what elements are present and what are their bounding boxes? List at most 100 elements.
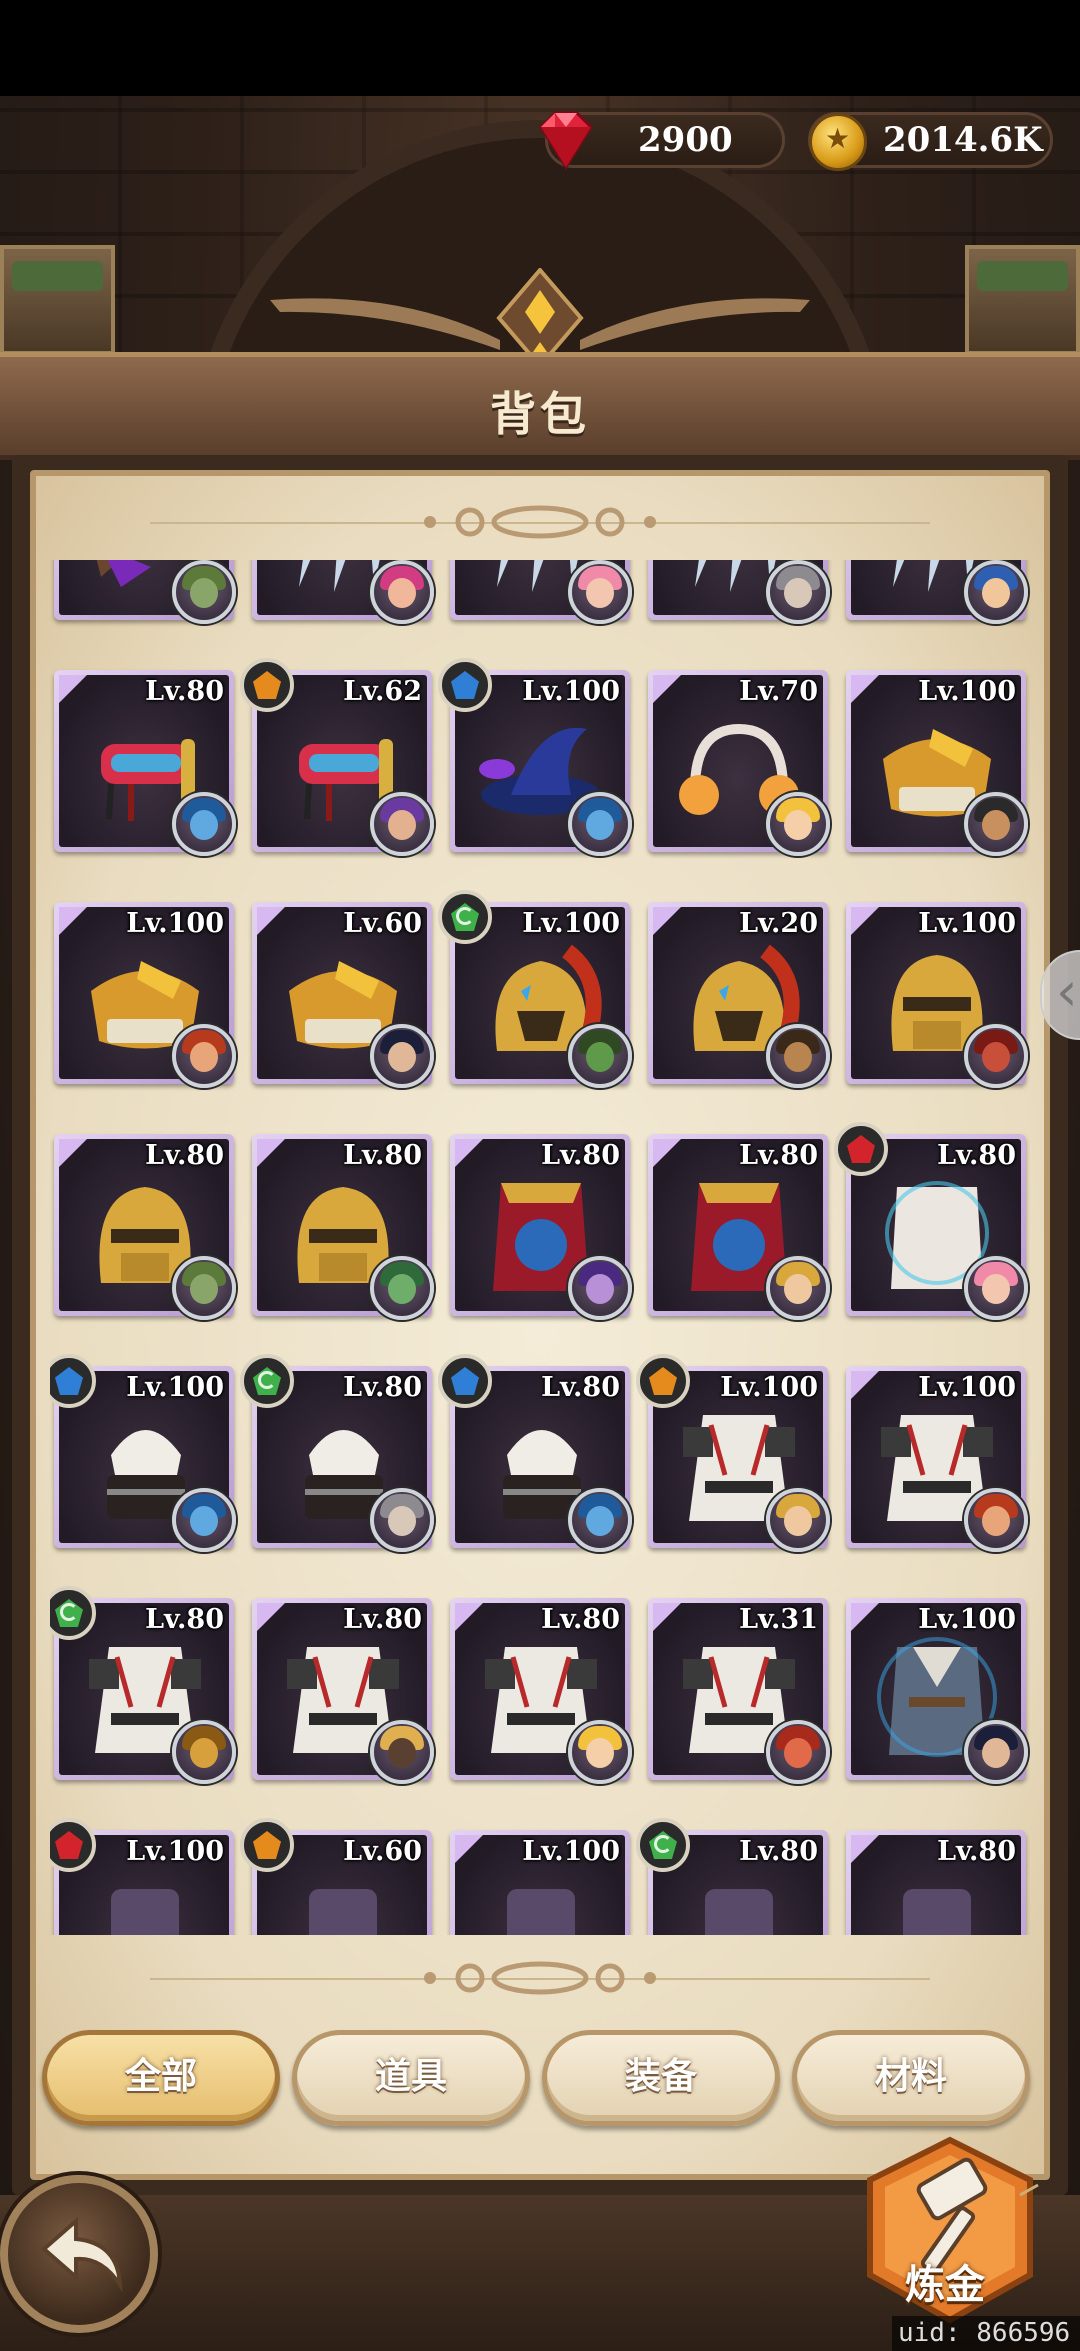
hero-face xyxy=(586,1506,614,1536)
inventory-item[interactable]: Lv.100 xyxy=(846,1366,1028,1552)
hero-face xyxy=(190,1738,218,1768)
inventory-item[interactable] xyxy=(846,560,1028,624)
flourish-ornament xyxy=(424,505,656,539)
inventory-item[interactable]: Lv.62 xyxy=(240,658,434,856)
hero-avatar xyxy=(568,792,632,856)
rune-badge-icon xyxy=(636,1818,690,1872)
hero-face xyxy=(190,1042,218,1072)
hero-avatar xyxy=(172,792,236,856)
hero-face xyxy=(982,1506,1010,1536)
tab-equipment[interactable]: 装备 xyxy=(542,2030,780,2126)
inventory-item[interactable]: Lv.80 xyxy=(50,1586,236,1784)
rarity-corner xyxy=(653,1603,681,1631)
rune-swirl xyxy=(654,1835,672,1853)
item-grid[interactable]: Lv.80 Lv.62 Lv.100 Lv.70 Lv.100 Lv.100 Lv.60 Lv… xyxy=(50,560,1030,1935)
item-level: Lv.80 xyxy=(343,1140,422,1171)
inventory-item[interactable] xyxy=(648,560,830,624)
hero-face xyxy=(784,1042,812,1072)
rune-gem xyxy=(253,1831,281,1859)
inventory-item[interactable]: Lv.100 xyxy=(50,1818,234,1935)
item-level: Lv.100 xyxy=(918,908,1016,939)
hero-face xyxy=(388,1274,416,1304)
item-level: Lv.80 xyxy=(937,1140,1016,1171)
rune-gem xyxy=(451,1367,479,1395)
back-button[interactable] xyxy=(0,2175,158,2333)
inventory-item[interactable]: Lv.80 xyxy=(438,1354,632,1552)
hero-face xyxy=(982,810,1010,840)
gold-counter[interactable]: 2014.6K xyxy=(808,112,1053,171)
page-title: 背包 xyxy=(490,387,590,441)
flourish-ornament xyxy=(424,1961,656,1995)
item-level: Lv.100 xyxy=(126,908,224,939)
hero-avatar xyxy=(370,1024,434,1088)
hero-face xyxy=(784,578,812,608)
rune-badge-icon xyxy=(438,658,492,712)
hero-avatar xyxy=(172,560,236,624)
inventory-item[interactable]: Lv.70 xyxy=(648,670,830,856)
inventory-item[interactable]: Lv.80 xyxy=(648,1134,830,1320)
inventory-item[interactable] xyxy=(252,560,434,624)
rarity-corner xyxy=(455,1139,483,1167)
inventory-item[interactable]: Lv.20 xyxy=(648,902,830,1088)
inventory-item[interactable]: Lv.80 xyxy=(450,1598,632,1784)
inventory-item[interactable]: Lv.100 xyxy=(438,890,632,1088)
misc-icon xyxy=(903,1889,971,1935)
inventory-item[interactable]: Lv.100 xyxy=(846,670,1028,856)
rune-badge-icon xyxy=(240,1354,294,1408)
inventory-item[interactable]: Lv.100 xyxy=(636,1354,830,1552)
right-pillar xyxy=(965,245,1080,355)
inventory-item[interactable]: Lv.31 xyxy=(648,1598,830,1784)
item-level: Lv.80 xyxy=(145,1140,224,1171)
hero-face xyxy=(982,1738,1010,1768)
item-level: Lv.80 xyxy=(739,1140,818,1171)
hero-face xyxy=(982,1274,1010,1304)
inventory-item[interactable]: Lv.80 xyxy=(450,1134,632,1320)
rune-badge-icon xyxy=(240,658,294,712)
inventory-item[interactable]: Lv.100 xyxy=(846,1598,1028,1784)
rune-gem xyxy=(847,1135,875,1163)
misc-icon xyxy=(309,1889,377,1935)
hero-avatar xyxy=(766,560,830,624)
item-level: Lv.80 xyxy=(343,1604,422,1635)
inventory-item[interactable]: Lv.80 xyxy=(636,1818,828,1935)
hero-face xyxy=(388,1738,416,1768)
inventory-item[interactable]: Lv.60 xyxy=(252,902,434,1088)
inventory-item[interactable]: Lv.100 xyxy=(438,658,632,856)
rune-gem xyxy=(55,1831,83,1859)
inventory-item[interactable]: Lv.100 xyxy=(846,902,1028,1088)
inventory-item[interactable]: Lv.100 xyxy=(50,1354,236,1552)
rarity-corner xyxy=(851,675,879,703)
tab-items[interactable]: 道具 xyxy=(292,2030,530,2126)
inventory-item[interactable] xyxy=(450,560,632,624)
rune-swirl xyxy=(456,907,474,925)
inventory-item[interactable]: Lv.80 xyxy=(834,1122,1028,1320)
inventory-item[interactable]: Lv.60 xyxy=(240,1818,432,1935)
inventory-item[interactable]: Lv.80 xyxy=(252,1598,434,1784)
tab-materials[interactable]: 材料 xyxy=(792,2030,1030,2126)
item-level: Lv.100 xyxy=(522,1836,620,1867)
inventory-item[interactable]: Lv.80 xyxy=(54,1134,236,1320)
rarity-corner xyxy=(455,1603,483,1631)
hero-avatar xyxy=(766,1256,830,1320)
inventory-item[interactable]: Lv.100 xyxy=(450,1830,630,1935)
inventory-item[interactable] xyxy=(54,560,236,624)
hero-avatar xyxy=(964,1024,1028,1088)
left-pillar xyxy=(0,245,115,355)
inventory-item[interactable]: Lv.80 xyxy=(846,1830,1026,1935)
tab-all[interactable]: 全部 xyxy=(42,2030,280,2126)
hero-avatar xyxy=(766,1488,830,1552)
inventory-item[interactable]: Lv.80 xyxy=(54,670,236,856)
inventory-item[interactable]: Lv.80 xyxy=(252,1134,434,1320)
inventory-item[interactable]: Lv.100 xyxy=(54,902,236,1088)
inventory-item[interactable]: Lv.80 xyxy=(240,1354,434,1552)
item-level: Lv.80 xyxy=(541,1604,620,1635)
hero-face xyxy=(388,810,416,840)
rarity-corner xyxy=(851,1371,879,1399)
item-level: Lv.31 xyxy=(739,1604,818,1635)
rune-badge-icon xyxy=(438,1354,492,1408)
hero-avatar xyxy=(568,1024,632,1088)
item-level: Lv.100 xyxy=(522,908,620,939)
gem-counter[interactable]: 2900 xyxy=(539,111,785,170)
rarity-corner xyxy=(257,1603,285,1631)
item-level: Lv.100 xyxy=(522,676,620,707)
